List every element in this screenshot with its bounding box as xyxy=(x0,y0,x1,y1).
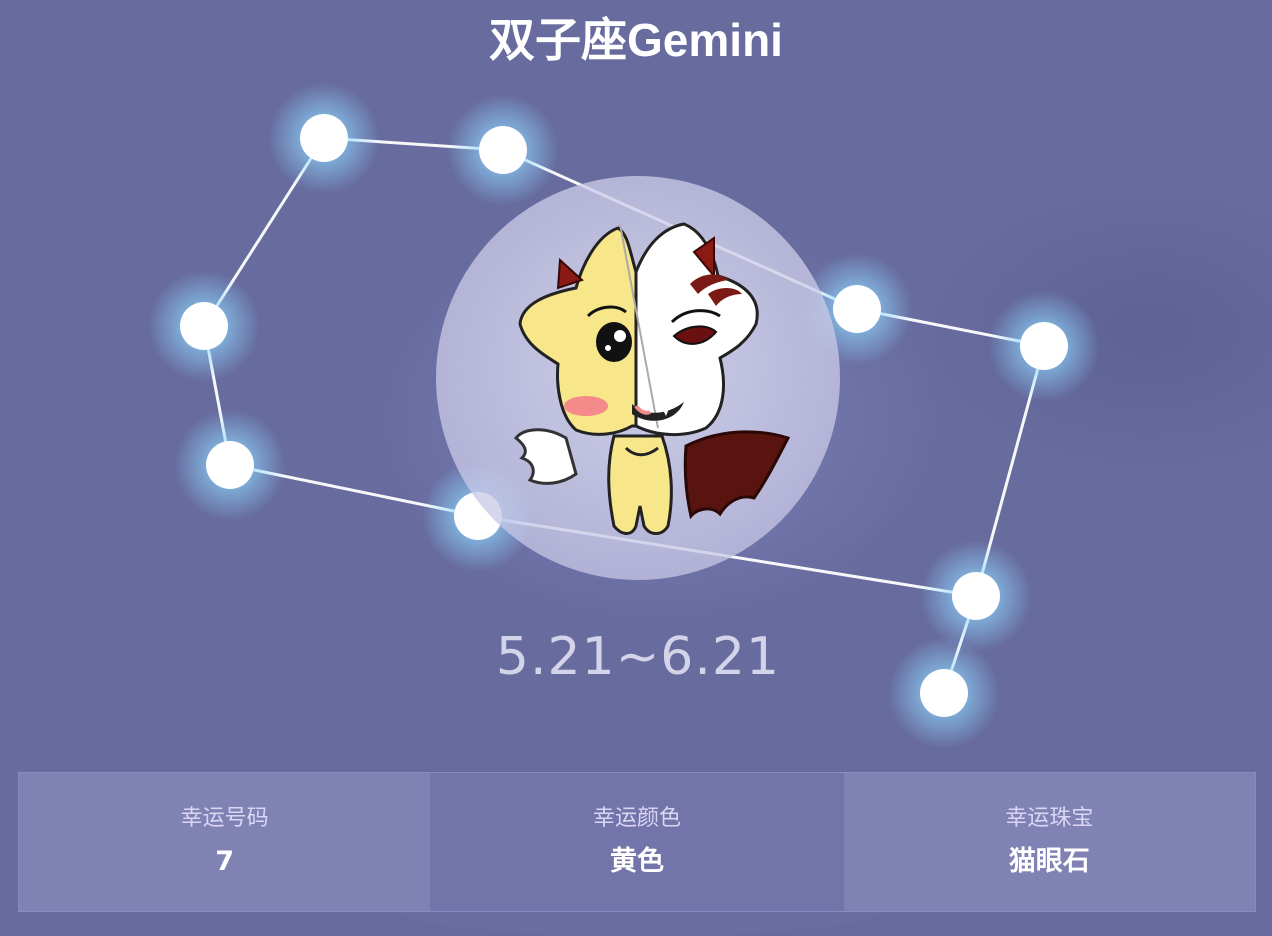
star-dot xyxy=(1020,322,1068,370)
gemini-stage: 双子座Gemini 5.21~6.21 幸运号码 7 幸运颜色 黄色 幸运珠宝 … xyxy=(0,0,1272,936)
lucky-number-label: 幸运号码 xyxy=(180,806,269,831)
lucky-color-value: 黄色 xyxy=(609,846,664,877)
gemini-mascot-icon xyxy=(513,222,791,535)
star-dot xyxy=(920,669,968,717)
bottom-tab-decoration xyxy=(400,912,880,936)
lucky-number-cell: 幸运号码 7 xyxy=(19,773,432,911)
lucky-info-panel: 幸运号码 7 幸运颜色 黄色 幸运珠宝 猫眼石 xyxy=(18,772,1256,912)
lucky-gem-label: 幸运珠宝 xyxy=(1005,806,1094,831)
star-dot xyxy=(300,114,348,162)
star-dot xyxy=(952,572,1000,620)
star-dot xyxy=(479,126,527,174)
lucky-gem-cell: 幸运珠宝 猫眼石 xyxy=(843,773,1255,911)
lucky-number-value: 7 xyxy=(215,846,235,877)
star-dot xyxy=(180,302,228,350)
lucky-gem-value: 猫眼石 xyxy=(1008,846,1090,877)
star-dot xyxy=(833,285,881,333)
star-dot xyxy=(206,441,254,489)
lucky-color-label: 幸运颜色 xyxy=(592,806,681,831)
lucky-color-cell: 幸运颜色 黄色 xyxy=(431,773,844,911)
date-range: 5.21~6.21 xyxy=(495,627,781,687)
